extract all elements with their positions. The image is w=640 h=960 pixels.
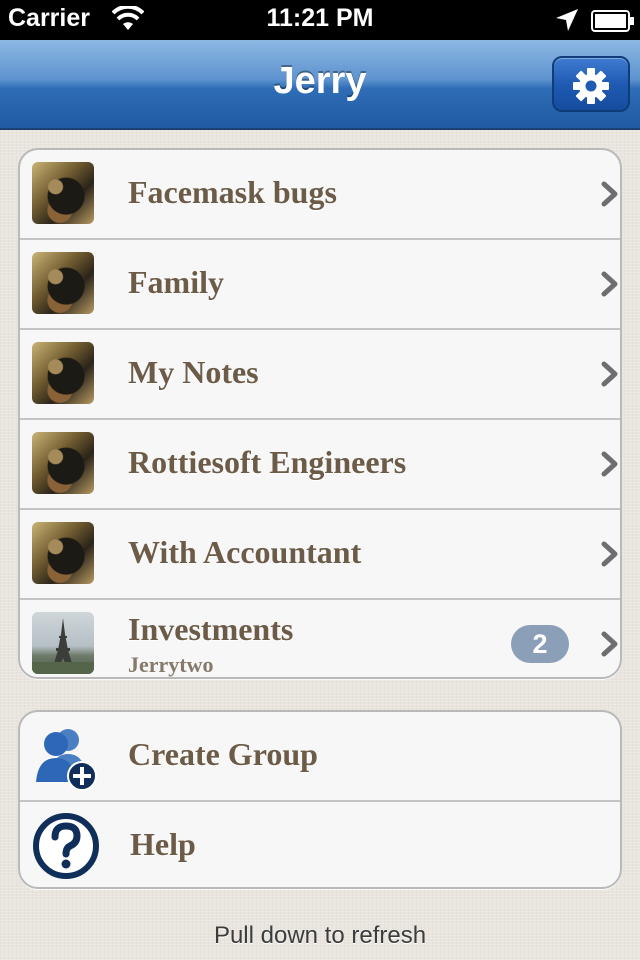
group-row-facemask-bugs[interactable]: Facemask bugs	[20, 150, 620, 240]
page-title: Jerry	[273, 60, 367, 102]
group-name: With Accountant	[128, 534, 362, 570]
unread-count-badge: 2	[511, 625, 569, 663]
group-row-family[interactable]: Family	[20, 240, 620, 330]
pull-to-refresh-hint: Pull down to refresh	[213, 922, 427, 949]
chevron-right-icon	[601, 361, 618, 387]
help-label: Help	[130, 826, 196, 862]
dog-avatar	[32, 162, 94, 224]
dog-avatar	[32, 432, 94, 494]
chevron-right-icon	[601, 271, 618, 297]
settings-button[interactable]	[552, 56, 630, 112]
group-name: Family	[128, 264, 224, 300]
location-arrow-icon	[555, 8, 579, 37]
status-bar: Carrier 11:21 PM	[0, 0, 640, 40]
action-list: Create Group Help	[18, 710, 622, 889]
dog-avatar	[32, 252, 94, 314]
group-row-my-notes[interactable]: My Notes	[20, 330, 620, 420]
help-button[interactable]: Help	[20, 802, 620, 887]
group-row-with-accountant[interactable]: With Accountant	[20, 510, 620, 600]
create-group-button[interactable]: Create Group	[20, 712, 620, 802]
group-name: Facemask bugs	[128, 174, 337, 210]
chevron-right-icon	[601, 451, 618, 477]
group-owner: Jerrytwo	[128, 652, 214, 677]
group-list: Facemask bugs Family My Notes Rottiesoft…	[18, 148, 622, 679]
create-group-label: Create Group	[128, 736, 318, 772]
chevron-right-icon	[601, 631, 618, 657]
chevron-right-icon	[601, 541, 618, 567]
group-name: Investments	[128, 611, 294, 647]
clock: 11:21 PM	[266, 4, 374, 32]
dog-avatar	[32, 342, 94, 404]
group-name: Rottiesoft Engineers	[128, 444, 407, 480]
group-row-rottiesoft-engineers[interactable]: Rottiesoft Engineers	[20, 420, 620, 510]
eiffel-tower-avatar	[32, 612, 94, 674]
chevron-right-icon	[601, 181, 618, 207]
navigation-bar: Jerry	[0, 40, 640, 130]
question-icon	[33, 813, 99, 879]
battery-icon	[591, 10, 635, 37]
add-user-icon	[36, 729, 97, 791]
group-name: My Notes	[128, 354, 259, 390]
gear-icon	[573, 68, 609, 104]
group-row-investments[interactable]: Investments Jerrytwo 2	[20, 600, 620, 677]
dog-avatar	[32, 522, 94, 584]
